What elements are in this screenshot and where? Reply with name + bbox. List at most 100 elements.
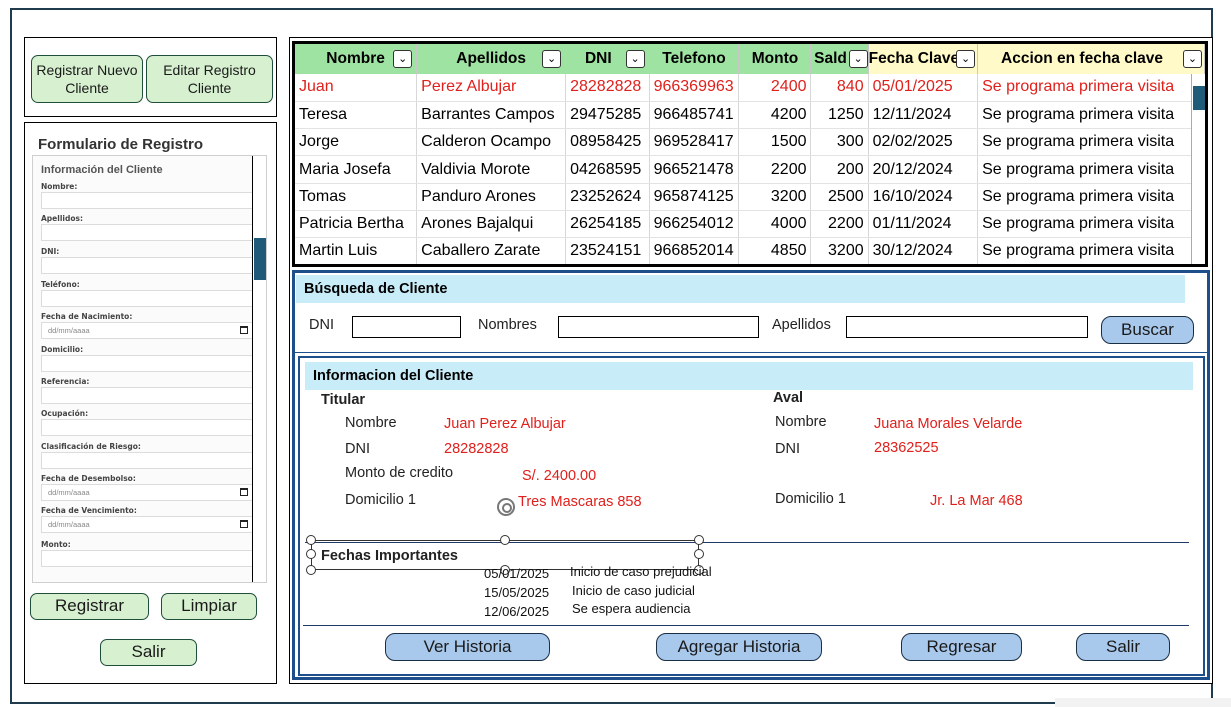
table-cell[interactable]: 4000 [738, 210, 812, 239]
dni-field[interactable] [41, 257, 253, 274]
column-header-accion[interactable]: Accion en fecha clave ⌄ [977, 44, 1205, 74]
chevron-down-icon[interactable]: ⌄ [1183, 50, 1202, 68]
table-cell[interactable]: 23252624 [565, 183, 650, 211]
resize-handle[interactable] [500, 535, 510, 545]
resize-handle[interactable] [694, 535, 704, 545]
column-header-dni[interactable]: DNI ⌄ [565, 44, 650, 74]
table-cell[interactable]: Se programa primera visita [977, 128, 1205, 157]
table-cell[interactable]: 969528417 [649, 128, 740, 157]
table-cell[interactable]: Se programa primera visita [977, 183, 1205, 211]
column-header-telefono[interactable]: Telefono [649, 44, 740, 74]
info-salir-button[interactable]: Salir [1076, 633, 1170, 661]
table-cell[interactable]: Arones Bajalqui [416, 210, 567, 239]
table-cell[interactable]: 200 [810, 155, 869, 184]
ocupacion-field[interactable] [41, 419, 253, 436]
table-cell[interactable]: Barrantes Campos [416, 101, 567, 130]
table-cell[interactable]: 23524151 [565, 237, 650, 264]
fecha-nacimiento-field[interactable]: dd/mm/aaaa [41, 322, 253, 339]
table-cell[interactable]: 1250 [810, 101, 869, 130]
table-cell[interactable]: Patricia Bertha [295, 210, 418, 239]
table-row[interactable]: Martin Luis Caballero Zarate 23524151 96685… [295, 237, 1205, 264]
search-apellidos-input[interactable] [846, 316, 1088, 338]
table-cell[interactable]: 300 [810, 128, 869, 157]
buscar-button[interactable]: Buscar [1101, 316, 1194, 344]
form-scrollbar-thumb[interactable] [254, 238, 266, 280]
search-dni-input[interactable] [352, 316, 461, 338]
monto-field[interactable] [41, 550, 253, 567]
table-cell[interactable]: 3200 [738, 183, 812, 211]
table-cell[interactable]: 966254012 [649, 210, 740, 239]
table-row[interactable]: Teresa Barrantes Campos 29475285 966485741 4… [295, 101, 1205, 130]
calendar-icon[interactable] [240, 520, 248, 528]
table-row[interactable]: Patricia Bertha Arones Bajalqui 26254185 96… [295, 210, 1205, 239]
resize-handle[interactable] [306, 535, 316, 545]
table-cell[interactable]: 966369963 [649, 74, 740, 102]
table-cell[interactable]: 966521478 [649, 155, 740, 184]
calendar-icon[interactable] [240, 488, 248, 496]
table-cell[interactable]: Calderon Ocampo [416, 128, 567, 157]
table-cell[interactable]: 28282828 [565, 74, 650, 102]
telefono-field[interactable] [41, 290, 253, 307]
table-cell[interactable]: 08958425 [565, 128, 650, 157]
table-cell[interactable]: Juan [295, 74, 418, 102]
table-cell[interactable]: 4200 [738, 101, 812, 130]
table-cell[interactable]: 30/12/2024 [868, 237, 979, 264]
table-cell[interactable]: 26254185 [565, 210, 650, 239]
table-cell[interactable]: 2500 [810, 183, 869, 211]
limpiar-button[interactable]: Limpiar [161, 593, 257, 620]
chevron-down-icon[interactable]: ⌄ [393, 50, 413, 68]
table-cell[interactable]: 2200 [738, 155, 812, 184]
table-cell[interactable]: 05/01/2025 [868, 74, 979, 102]
chevron-down-icon[interactable]: ⌄ [848, 50, 868, 68]
table-cell[interactable]: 29475285 [565, 101, 650, 130]
table-cell[interactable]: Perez Albujar [416, 74, 567, 102]
table-cell[interactable]: Se programa primera visita [977, 155, 1205, 184]
fecha-desembolso-field[interactable]: dd/mm/aaaa [41, 484, 253, 501]
table-cell[interactable]: Caballero Zarate [416, 237, 567, 264]
table-row[interactable]: Juan Perez Albujar 28282828 966369963 2400 84… [295, 74, 1205, 102]
clasificacion-riesgo-field[interactable] [41, 452, 253, 469]
table-cell[interactable]: 966485741 [649, 101, 740, 130]
table-cell[interactable]: Panduro Arones [416, 183, 567, 211]
table-cell[interactable]: Teresa [295, 101, 418, 130]
table-cell[interactable]: Jorge [295, 128, 418, 157]
table-cell[interactable]: 02/02/2025 [868, 128, 979, 157]
table-cell[interactable]: 01/11/2024 [868, 210, 979, 239]
column-header-apellidos[interactable]: Apellidos ⌄ [416, 44, 567, 74]
table-cell[interactable]: 965874125 [649, 183, 740, 211]
column-header-fecha-clave[interactable]: Fecha Clave ⌄ [868, 44, 979, 74]
table-cell[interactable]: 3200 [810, 237, 869, 264]
domicilio-field[interactable] [41, 355, 253, 372]
agregar-historia-button[interactable]: Agregar Historia [656, 633, 822, 661]
column-header-nombre[interactable]: Nombre ⌄ [295, 44, 418, 74]
chevron-down-icon[interactable]: ⌄ [956, 50, 976, 68]
register-new-client-button[interactable]: Registrar Nuevo Cliente [31, 55, 143, 103]
chevron-down-icon[interactable]: ⌄ [542, 50, 562, 68]
search-nombres-input[interactable] [558, 316, 759, 338]
column-header-saldo[interactable]: Sald ⌄ [810, 44, 869, 74]
apellidos-field[interactable] [41, 224, 253, 241]
table-cell[interactable]: 16/10/2024 [868, 183, 979, 211]
table-cell[interactable]: Tomas [295, 183, 418, 211]
column-header-monto[interactable]: Monto [738, 44, 812, 74]
resize-handle[interactable] [306, 549, 316, 559]
calendar-icon[interactable] [240, 326, 248, 334]
table-cell[interactable]: 966852014 [649, 237, 740, 264]
nombre-field[interactable] [41, 192, 253, 209]
table-row[interactable]: Maria Josefa Valdivia Morote 04268595 96652… [295, 155, 1205, 184]
table-scrollbar-thumb[interactable] [1193, 86, 1205, 110]
ver-historia-button[interactable]: Ver Historia [385, 633, 550, 661]
table-cell[interactable]: 2400 [738, 74, 812, 102]
table-cell[interactable]: Se programa primera visita [977, 237, 1205, 264]
table-cell[interactable]: 12/11/2024 [868, 101, 979, 130]
chevron-down-icon[interactable]: ⌄ [625, 50, 645, 68]
edit-client-record-button[interactable]: Editar Registro Cliente [146, 55, 273, 103]
table-row[interactable]: Jorge Calderon Ocampo 08958425 969528417 150… [295, 128, 1205, 157]
table-cell[interactable]: 04268595 [565, 155, 650, 184]
fecha-vencimiento-field[interactable]: dd/mm/aaaa [41, 516, 253, 533]
form-scrollbar[interactable] [252, 156, 266, 582]
table-cell[interactable]: Se programa primera visita [977, 210, 1205, 239]
table-cell[interactable]: 4850 [738, 237, 812, 264]
table-cell[interactable]: 20/12/2024 [868, 155, 979, 184]
table-cell[interactable]: Maria Josefa [295, 155, 418, 184]
